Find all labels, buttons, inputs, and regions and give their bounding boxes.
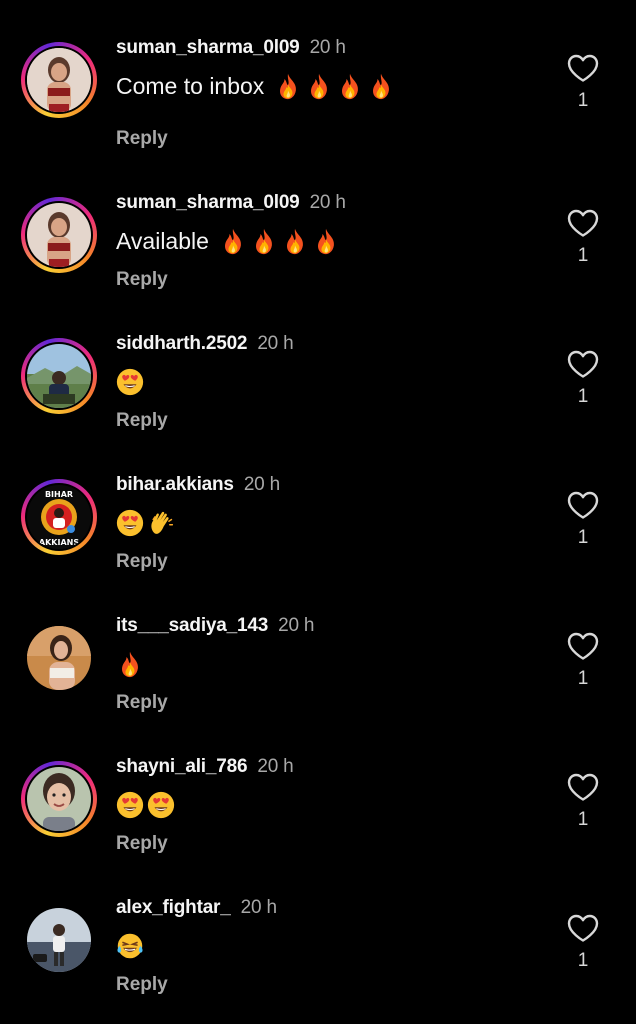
comment-item: alex_fightar_ 20 h Reply 1 [0,894,636,1024]
comment-username[interactable]: its___sadiya_143 20 h [116,615,314,637]
comment-time: 20 h [278,615,315,636]
like-count: 1 [577,809,589,830]
story-ring[interactable]: BIHAR AKKIANS [21,479,97,555]
comment-time: 20 h [309,37,346,58]
tears-of-joy-emoji [116,932,144,960]
heart-icon[interactable] [566,913,600,943]
avatar: BIHAR AKKIANS [27,485,91,549]
heart-icon[interactable] [566,349,600,379]
comment-text [116,791,175,819]
comment-item: suman_sharma_0l09 20 h Available Reply 1 [0,189,636,319]
comment-username[interactable]: siddharth.2502 20 h [116,333,294,355]
avatar-label-bottom: AKKIANS [39,538,79,547]
comment-body: Available [116,227,209,254]
fire-emoji [281,227,309,255]
avatar [27,626,91,690]
heart-icon[interactable] [566,53,600,83]
comment-item: siddharth.2502 20 h Reply 1 [0,330,636,460]
clapping-hands-emoji [147,509,175,537]
story-ring[interactable] [21,761,97,837]
comment-body: Come to inbox [116,72,265,99]
reply-button[interactable]: Reply [116,833,168,855]
emoji-group [116,650,144,678]
comment-time: 20 h [240,897,277,918]
like-count: 1 [577,245,589,266]
fire-emoji [274,72,302,100]
comment-text: Available [116,227,340,255]
comment-text: Come to inbox [116,72,395,100]
story-ring[interactable] [21,338,97,414]
emoji-group [116,368,144,396]
emoji-group [116,791,175,819]
reply-button[interactable]: Reply [116,128,168,150]
comment-time: 20 h [243,474,280,495]
heart-icon[interactable] [566,631,600,661]
emoji-group [219,227,340,255]
avatar [27,767,91,831]
fire-emoji [116,650,144,678]
comment-text [116,509,175,537]
emoji-group [116,509,175,537]
comment-time: 20 h [309,192,346,213]
fire-emoji [312,227,340,255]
avatar [27,908,91,972]
heart-eyes-emoji [116,368,144,396]
comment-item: shayni_ali_786 20 h Reply 1 [0,753,636,883]
avatar-frame[interactable] [21,620,97,696]
reply-button[interactable]: Reply [116,692,168,714]
comment-item: suman_sharma_0l09 20 h Come to inbox Repl… [0,34,636,164]
fire-emoji [219,227,247,255]
comment-time: 20 h [257,333,294,354]
heart-icon[interactable] [566,490,600,520]
reply-button[interactable]: Reply [116,974,168,996]
heart-icon[interactable] [566,208,600,238]
comment-username[interactable]: bihar.akkians 20 h [116,474,280,496]
comment-username[interactable]: suman_sharma_0l09 20 h [116,37,346,59]
emoji-group [274,72,395,100]
story-ring[interactable] [21,42,97,118]
fire-emoji [336,72,364,100]
comment-item: its___sadiya_143 20 h Reply 1 [0,612,636,742]
fire-emoji [367,72,395,100]
reply-button[interactable]: Reply [116,269,168,291]
avatar [27,203,91,267]
heart-icon[interactable] [566,772,600,802]
comment-username[interactable]: shayni_ali_786 20 h [116,756,294,778]
story-ring[interactable] [21,197,97,273]
comment-item: BIHAR AKKIANS bihar.akkians 20 h Reply 1 [0,471,636,601]
like-count: 1 [577,668,589,689]
reply-button[interactable]: Reply [116,551,168,573]
avatar [27,344,91,408]
comment-username[interactable]: alex_fightar_ 20 h [116,897,277,919]
comment-text [116,932,144,960]
avatar-label-top: BIHAR [45,490,73,499]
heart-eyes-emoji [147,791,175,819]
comment-username[interactable]: suman_sharma_0l09 20 h [116,192,346,214]
avatar [27,48,91,112]
heart-eyes-emoji [116,509,144,537]
like-count: 1 [577,90,589,111]
like-count: 1 [577,527,589,548]
fire-emoji [250,227,278,255]
reply-button[interactable]: Reply [116,410,168,432]
like-count: 1 [577,386,589,407]
like-count: 1 [577,950,589,971]
comment-text [116,368,144,396]
heart-eyes-emoji [116,791,144,819]
comment-text [116,650,144,678]
fire-emoji [305,72,333,100]
emoji-group [116,932,144,960]
comment-time: 20 h [257,756,294,777]
avatar-frame[interactable] [21,902,97,978]
